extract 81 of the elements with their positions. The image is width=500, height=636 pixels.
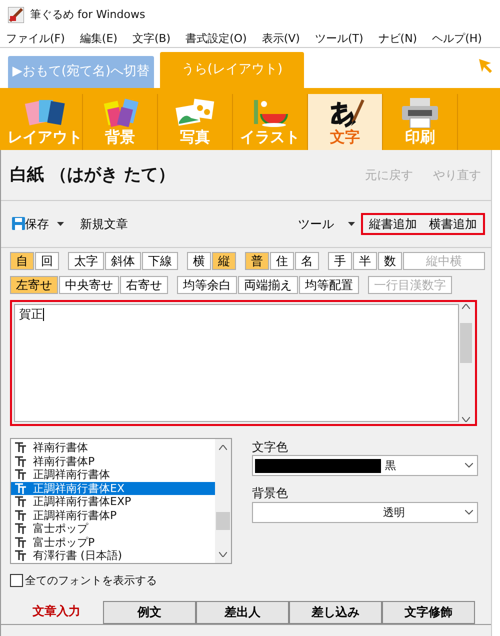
add-text-button[interactable]: 横書追加	[427, 216, 479, 232]
toggle-button[interactable]: 太字	[68, 252, 104, 270]
toggle-button[interactable]: 回	[35, 252, 59, 270]
menu-item[interactable]: 書式設定(O)	[186, 32, 247, 46]
tab[interactable]: 例文	[103, 601, 196, 624]
font-item[interactable]: 正調祥南行書体EX	[11, 482, 215, 495]
field-label: 背景色	[252, 486, 289, 501]
text-cursor	[43, 308, 44, 322]
truetype-icon	[15, 496, 27, 508]
font-item[interactable]: 富士ポップP	[11, 536, 215, 549]
document-title: 白紙 （はがき たて）	[10, 164, 175, 186]
save-button[interactable]: 保存	[10, 216, 51, 232]
truetype-icon	[15, 482, 27, 494]
truetype-icon	[15, 523, 27, 534]
font-item[interactable]: 祥南行書体P	[11, 454, 215, 468]
menu-item[interactable]: 表示(V)	[262, 32, 300, 46]
scrollbar[interactable]	[215, 439, 231, 563]
toggle-button[interactable]: 横	[187, 252, 211, 270]
toggle-button[interactable]: 均等配置	[299, 276, 359, 294]
truetype-icon	[15, 536, 27, 548]
scroll-up-icon	[219, 445, 227, 450]
tab[interactable]: 文字修飾	[382, 601, 475, 624]
menu-item[interactable]: ヘルプ(H)	[432, 32, 482, 46]
checkbox[interactable]	[10, 574, 23, 588]
toggle-button[interactable]: 自	[10, 252, 34, 270]
font-item[interactable]: 富士ポップ	[11, 522, 215, 536]
toggle-button[interactable]: 両端揃え	[238, 276, 298, 294]
scroll-up-icon	[462, 304, 470, 309]
dropdown-chevron-icon	[465, 510, 473, 515]
dropdown-caret-icon	[57, 222, 64, 226]
font-item[interactable]: 祥南行書体	[11, 441, 215, 454]
font-item[interactable]: 正調祥南行書体	[11, 468, 215, 482]
toggle-button[interactable]: 均等余白	[177, 276, 237, 294]
toggle-button[interactable]: 左寄せ	[10, 276, 58, 294]
app-icon	[8, 7, 24, 23]
scroll-down-icon	[462, 417, 470, 422]
truetype-icon	[15, 456, 27, 467]
photos-icon	[173, 96, 217, 128]
font-item[interactable]: 有澤行書 (日本語)	[11, 549, 215, 562]
menu-item[interactable]: ファイル(F)	[6, 32, 65, 46]
scroll-thumb[interactable]	[216, 512, 230, 530]
truetype-icon	[15, 469, 27, 480]
checkbox-label: 全てのフォントを表示する	[25, 574, 157, 588]
menu-item[interactable]: 文字(B)	[132, 32, 171, 46]
toggle-button[interactable]: 名	[295, 252, 319, 270]
toggle-button[interactable]: 手	[328, 252, 352, 270]
toggle-button[interactable]: 住	[270, 252, 294, 270]
truetype-icon	[15, 442, 27, 454]
toggle-button[interactable]: 数	[378, 252, 402, 270]
toggle-button[interactable]: 普	[245, 252, 269, 270]
truetype-icon	[15, 550, 27, 562]
color-select[interactable]: 透明	[252, 502, 478, 523]
window-title: 筆ぐるめ for Windows	[30, 8, 146, 22]
add-text-button[interactable]: 縦書追加	[367, 216, 419, 232]
color-select[interactable]: 黒	[252, 455, 478, 476]
toggle-button[interactable]: 斜体	[105, 252, 141, 270]
toggle-button[interactable]: 右寄せ	[120, 276, 168, 294]
scroll-down-icon	[219, 552, 227, 557]
menu-item[interactable]: 編集(E)	[80, 32, 118, 46]
tools-button[interactable]: ツール	[296, 216, 336, 232]
new-document-button[interactable]: 新規文章	[78, 216, 130, 232]
toggle-button[interactable]: 中央寄せ	[59, 276, 119, 294]
font-item[interactable]: 正調祥南行書体P	[11, 508, 215, 522]
scroll-thumb[interactable]	[460, 323, 472, 363]
tab[interactable]: 差出人	[196, 601, 289, 624]
font-item[interactable]: 正調祥南行書体EXP	[11, 495, 215, 508]
pointer-icon	[478, 58, 494, 74]
font-list[interactable]: 祥南行書体 祥南行書体P 正調祥南行書体 正調祥南行書体EX 正調祥南行書体EXP 正調祥南行書体P 富士ポップ 富士ポップP 有澤行書 (日本語)	[10, 438, 232, 564]
toggle-button[interactable]: 下線	[142, 252, 178, 270]
dropdown-caret-icon	[348, 222, 355, 226]
menu-item[interactable]: ナビ(N)	[378, 32, 418, 46]
field-label: 文字色	[252, 440, 289, 454]
menu-item[interactable]: ツール(T)	[314, 32, 364, 46]
truetype-icon	[15, 510, 27, 521]
toggle-button[interactable]: 半	[353, 252, 377, 270]
dropdown-chevron-icon	[465, 463, 473, 468]
tab[interactable]: 差し込み	[289, 601, 382, 624]
toggle-button[interactable]: 縦	[212, 252, 236, 270]
scrollbar[interactable]	[459, 304, 473, 422]
text-editor[interactable]: 賀正	[14, 304, 459, 422]
save-icon	[12, 217, 25, 230]
